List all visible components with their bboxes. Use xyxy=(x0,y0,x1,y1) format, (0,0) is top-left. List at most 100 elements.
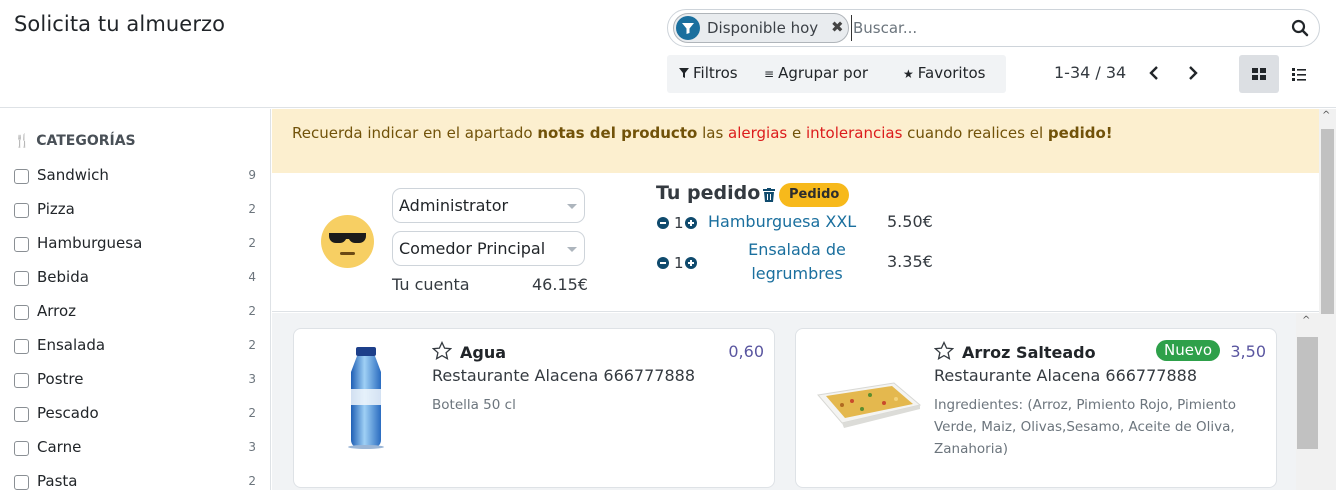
alert-text-part: las xyxy=(697,124,729,142)
search-bar[interactable]: Disponible hoy ✖ xyxy=(667,9,1320,47)
category-label: Postre xyxy=(37,370,84,388)
category-count: 3 xyxy=(248,440,256,454)
account-label: Tu cuenta xyxy=(392,275,470,294)
category-count: 2 xyxy=(248,474,256,488)
filter-icon xyxy=(676,16,700,40)
chevron-down-icon xyxy=(567,204,577,209)
order-line-name[interactable]: Hamburguesa XXL xyxy=(708,210,888,234)
scroll-up-icon[interactable]: ^ xyxy=(1322,110,1330,121)
filters-button[interactable]: Filtros xyxy=(679,64,738,82)
minus-icon[interactable] xyxy=(657,257,669,269)
categories-heading-label: CATEGORÍAS xyxy=(36,133,136,149)
category-pescado[interactable]: Pescado 2 xyxy=(14,403,256,427)
category-ensalada[interactable]: Ensalada 2 xyxy=(14,335,256,359)
category-count: 2 xyxy=(248,406,256,420)
alert-bold-notes: notas del producto xyxy=(537,124,698,142)
checkbox[interactable] xyxy=(14,237,29,252)
order-line-name-line1: Ensalada de xyxy=(748,240,846,259)
account-balance: 46.15€ xyxy=(532,275,588,294)
kanban-view-icon xyxy=(1252,68,1266,80)
product-card[interactable]: Agua 0,60 Restaurante Alacena 666777888 … xyxy=(293,328,775,488)
category-pizza[interactable]: Pizza 2 xyxy=(14,199,256,223)
checkbox[interactable] xyxy=(14,305,29,320)
search-facet[interactable]: Disponible hoy ✖ xyxy=(673,13,849,43)
alert-text-part: e xyxy=(787,124,806,142)
list-view-button[interactable] xyxy=(1279,55,1319,93)
order-summary: Administrator Comedor Principal Tu cuent… xyxy=(272,173,1319,312)
location-select[interactable]: Comedor Principal xyxy=(392,231,585,266)
order-line-name[interactable]: Ensalada de legrumbres xyxy=(712,238,882,286)
plus-icon[interactable] xyxy=(685,217,697,229)
checkbox[interactable] xyxy=(14,475,29,490)
category-label: Pasta xyxy=(37,472,78,490)
chevron-down-icon xyxy=(567,247,577,252)
category-count: 2 xyxy=(248,202,256,216)
favorites-button[interactable]: ★ Favoritos xyxy=(903,64,985,82)
category-label: Pizza xyxy=(37,200,75,218)
alert-text-part: Recuerda indicar en el apartado xyxy=(292,124,538,142)
page-title: Solicita tu almuerzo xyxy=(14,12,226,36)
line-qty: 1 xyxy=(674,254,684,272)
alert-allergies: alergias xyxy=(728,124,788,142)
star-icon[interactable] xyxy=(431,340,453,361)
category-count: 4 xyxy=(248,270,256,284)
product-description: Ingredientes: (Arroz, Pimiento Rojo, Pim… xyxy=(934,397,1237,457)
checkbox[interactable] xyxy=(14,339,29,354)
checkbox[interactable] xyxy=(14,169,29,184)
checkbox[interactable] xyxy=(14,203,29,218)
product-vendor: Restaurante Alacena 666777888 xyxy=(934,366,1198,385)
checkbox[interactable] xyxy=(14,441,29,456)
user-select[interactable]: Administrator xyxy=(392,188,585,223)
product-vendor: Restaurante Alacena 666777888 xyxy=(432,366,696,385)
line-qty: 1 xyxy=(674,214,684,232)
category-carne[interactable]: Carne 3 xyxy=(14,437,256,461)
category-hamburguesa[interactable]: Hamburguesa 2 xyxy=(14,233,256,257)
product-name: Arroz Salteado xyxy=(962,343,1096,362)
inner-scrollbar[interactable]: ^ xyxy=(1296,313,1319,490)
product-kanban: Agua 0,60 Restaurante Alacena 666777888 … xyxy=(272,313,1319,490)
star-icon[interactable] xyxy=(933,340,955,361)
star-icon: ★ xyxy=(903,67,914,81)
category-count: 2 xyxy=(248,304,256,318)
category-count: 9 xyxy=(248,168,256,182)
trash-icon[interactable] xyxy=(763,188,775,202)
scroll-up-icon[interactable]: ^ xyxy=(1302,315,1310,326)
inner-scroll-thumb[interactable] xyxy=(1297,337,1318,449)
outer-scrollbar[interactable]: ^ xyxy=(1319,109,1336,490)
pager-value[interactable]: 1-34 / 34 xyxy=(1054,63,1126,82)
category-label: Ensalada xyxy=(37,336,106,354)
category-label: Carne xyxy=(37,438,82,456)
remove-facet-icon[interactable]: ✖ xyxy=(831,18,844,36)
list-lines-icon: ≡ xyxy=(764,67,775,81)
category-arroz[interactable]: Arroz 2 xyxy=(14,301,256,325)
category-bebida[interactable]: Bebida 4 xyxy=(14,267,256,291)
kanban-view-button[interactable] xyxy=(1239,55,1279,93)
alert-intolerances: intolerancias xyxy=(805,124,903,142)
category-sandwich[interactable]: Sandwich 9 xyxy=(14,165,256,189)
chevron-right-icon[interactable] xyxy=(1183,62,1203,84)
chevron-left-icon[interactable] xyxy=(1144,62,1164,84)
control-panel: Solicita tu almuerzo Disponible hoy ✖ Fi… xyxy=(0,0,1336,108)
categories-heading: 🍴 CATEGORÍAS xyxy=(14,133,136,149)
outer-scroll-thumb[interactable] xyxy=(1321,129,1334,314)
group-by-button[interactable]: ≡ Agrupar por xyxy=(764,64,868,82)
minus-icon[interactable] xyxy=(657,217,669,229)
cutlery-icon: 🍴 xyxy=(14,134,31,149)
search-input[interactable] xyxy=(851,15,1281,41)
search-icon[interactable] xyxy=(1291,19,1309,37)
product-card[interactable]: Arroz Salteado Nuevo 3,50 Restaurante Al… xyxy=(795,328,1277,488)
category-pasta[interactable]: Pasta 2 xyxy=(14,471,256,490)
category-count: 2 xyxy=(248,338,256,352)
product-price: 3,50 xyxy=(1230,342,1266,361)
checkbox[interactable] xyxy=(14,407,29,422)
checkbox[interactable] xyxy=(14,271,29,286)
plus-icon[interactable] xyxy=(685,257,697,269)
category-label: Bebida xyxy=(37,268,89,286)
category-label: Arroz xyxy=(37,302,77,320)
order-line-price: 3.35€ xyxy=(887,252,933,271)
alert-bold-order: pedido! xyxy=(1047,124,1113,142)
product-image-water-bottle xyxy=(310,343,422,451)
list-view-icon xyxy=(1292,68,1306,81)
category-postre[interactable]: Postre 3 xyxy=(14,369,256,393)
checkbox[interactable] xyxy=(14,373,29,388)
